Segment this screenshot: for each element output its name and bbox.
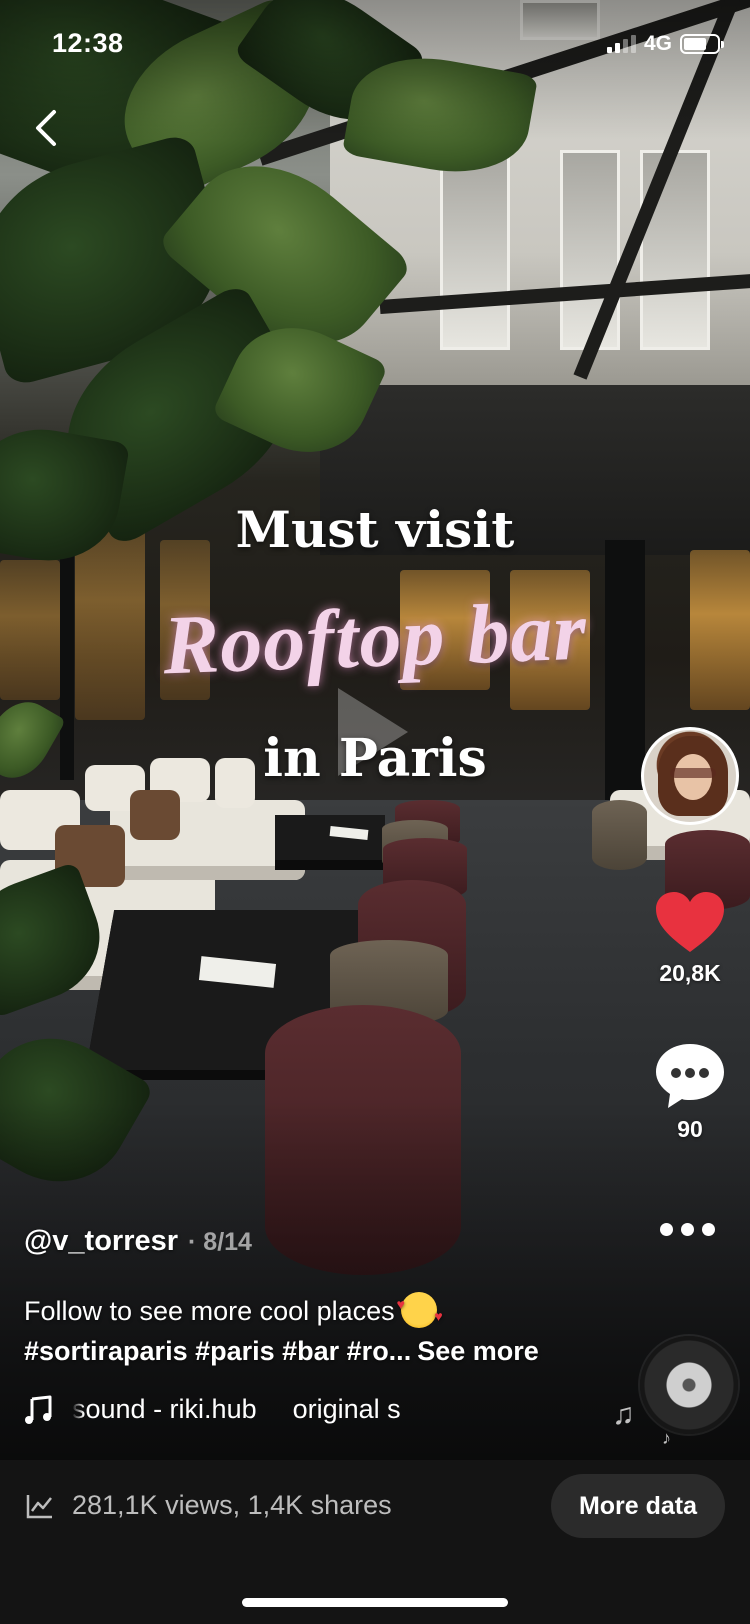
sound-row[interactable]: sound - riki.hub original s [24,1394,452,1425]
description-text: Follow to see more cool places [24,1296,395,1326]
comment-button[interactable]: 90 [650,1042,730,1143]
comment-count: 90 [677,1116,703,1142]
creator-row: @v_torresr · 8/14 [24,1225,252,1258]
sound-marquee[interactable]: sound - riki.hub original s [72,1394,452,1425]
hashtags-text[interactable]: #sortiraparis #paris #bar #ro... [24,1336,411,1366]
status-indicators: 4G [606,32,724,56]
window [640,150,710,350]
music-note-icon: ♪ [662,1428,671,1448]
network-type: 4G [643,32,672,55]
views-shares-text: 281,1K views, 1,4K shares [72,1490,392,1520]
more-options-button[interactable] [660,1223,715,1236]
see-more-link[interactable]: See more [417,1336,539,1366]
heart-icon [656,892,724,952]
window [560,150,620,350]
photo-page-indicator: · 8/14 [188,1228,252,1256]
stool [592,800,647,870]
cushion [130,790,180,840]
creator-username[interactable]: @v_torresr [24,1225,178,1258]
avatar-glasses [670,768,716,778]
home-indicator[interactable] [242,1598,508,1607]
comment-icon [656,1044,724,1108]
window [440,150,510,350]
insights-summary: 281,1K views, 1,4K shares [26,1490,392,1521]
sound-title: sound - riki.hub [72,1394,257,1424]
overlay-title-line3: in Paris [263,728,487,789]
smiling-face-with-hearts-icon [397,1292,443,1328]
more-data-button[interactable]: More data [551,1474,725,1538]
top-gradient [0,0,750,140]
more-dots-icon [660,1223,673,1236]
overlay-title-line1: Must visit [235,500,515,559]
like-count: 20,8K [659,960,721,986]
music-note-icon [25,1395,52,1424]
analytics-icon [26,1494,52,1518]
post-description: Follow to see more cool places [24,1292,443,1328]
sound-title-repeat: original s [292,1394,401,1424]
back-chevron-icon [36,110,56,146]
cellular-signal-icon [606,35,636,53]
music-note-icon: ♫ [612,1398,635,1431]
like-button[interactable]: 20,8K [650,890,730,987]
battery-icon [680,34,724,54]
creator-avatar[interactable] [641,727,739,825]
post-hashtags[interactable]: #sortiraparis #paris #bar #ro... See more [24,1336,539,1367]
sound-disc-icon[interactable] [640,1336,738,1434]
coffee-table [275,815,385,860]
back-button[interactable] [30,108,66,148]
status-time: 12:38 [52,28,124,58]
